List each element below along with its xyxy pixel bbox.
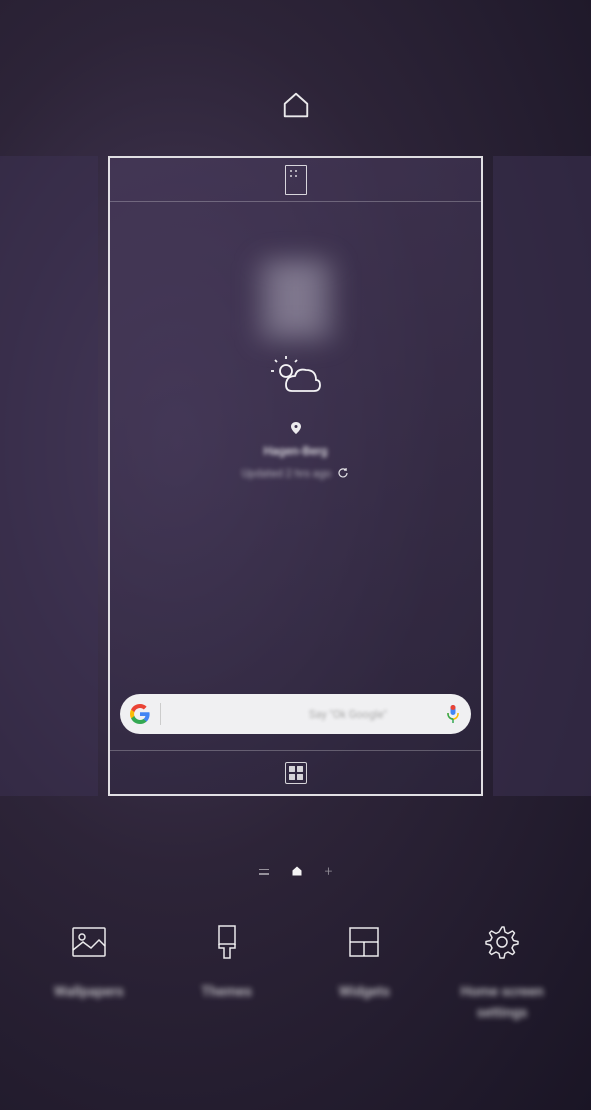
image-icon <box>71 920 107 964</box>
gear-icon <box>484 920 520 964</box>
google-search-bar[interactable]: Say "Ok Google" <box>120 694 471 734</box>
widgets-label: Widgets <box>339 982 390 1003</box>
home-options-row: Wallpapers Themes Widgets Home s <box>0 920 591 1024</box>
panel-preview-left[interactable] <box>0 156 98 796</box>
weather-temperature <box>256 258 336 343</box>
search-placeholder: Say "Ok Google" <box>171 708 445 721</box>
panel-bottom-bar <box>110 750 481 794</box>
widgets-button[interactable]: Widgets <box>307 920 422 1024</box>
panels-container: Hagen-Berg Updated 2 hrs ago <box>0 156 591 796</box>
panel-top-bar <box>110 158 481 202</box>
refresh-icon[interactable] <box>337 464 349 483</box>
home-settings-button[interactable]: Home screen settings <box>445 920 560 1024</box>
wallpapers-button[interactable]: Wallpapers <box>31 920 146 1024</box>
weather-location: Hagen-Berg <box>264 444 328 458</box>
home-panel-main[interactable]: Hagen-Berg Updated 2 hrs ago <box>108 156 483 796</box>
location-pin-icon <box>291 419 301 438</box>
themes-button[interactable]: Themes <box>169 920 284 1024</box>
panel-preview-right[interactable] <box>493 156 591 796</box>
home-indicator-icon <box>281 90 311 124</box>
apps-grid-icon[interactable] <box>285 762 307 784</box>
mic-icon[interactable] <box>445 704 461 724</box>
panel-default-icon[interactable] <box>285 165 307 195</box>
bixby-page-indicator-icon[interactable] <box>259 869 269 875</box>
weather-update-time: Updated 2 hrs ago <box>242 467 331 480</box>
add-page-indicator[interactable]: + <box>325 864 333 880</box>
home-settings-label: Home screen settings <box>445 982 560 1024</box>
wallpapers-label: Wallpapers <box>54 982 124 1003</box>
themes-label: Themes <box>201 982 252 1003</box>
brush-icon <box>209 920 245 964</box>
weather-condition-icon <box>268 355 324 403</box>
page-indicators: + <box>0 862 591 881</box>
weather-widget[interactable]: Hagen-Berg Updated 2 hrs ago <box>110 258 481 483</box>
search-divider <box>160 703 161 725</box>
widgets-icon <box>346 920 382 964</box>
google-logo-icon <box>130 704 150 724</box>
home-page-indicator-icon[interactable] <box>291 862 303 881</box>
